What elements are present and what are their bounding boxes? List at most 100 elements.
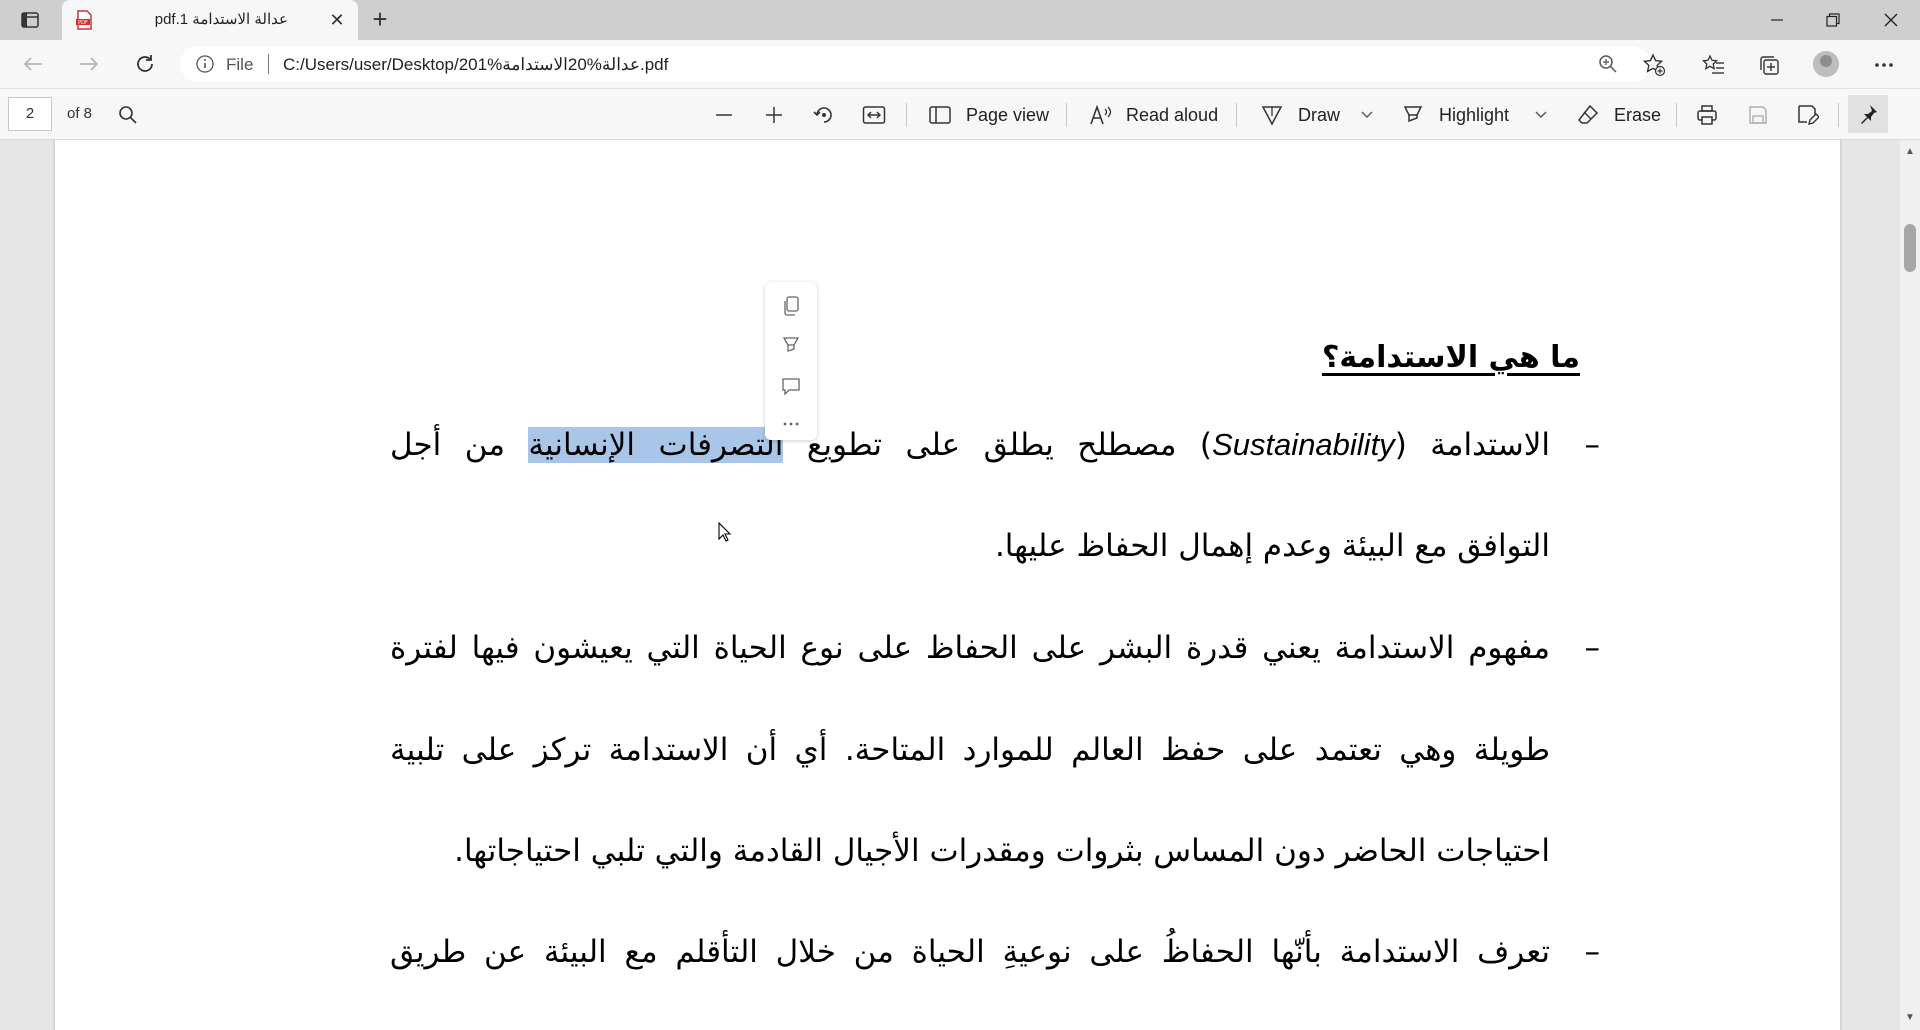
refresh-icon: [137, 55, 153, 72]
tab-close-icon[interactable]: ✕: [328, 11, 346, 29]
tab-strip: PDF pdf.1 عدالة الاستدامة ✕ +: [0, 0, 1920, 40]
scrollbar-thumb[interactable]: [1904, 224, 1916, 272]
read-aloud-button[interactable]: Read aloud: [1126, 105, 1218, 126]
minus-icon: [716, 114, 732, 116]
highlighter-icon: [782, 337, 800, 352]
pdf-toolbar: 2 of 8 Page view Read aloud Draw Highlig…: [0, 88, 1920, 140]
rotate-button[interactable]: [811, 102, 837, 128]
text-run: مفهوم الاستدامة يعني قدرة البشر على الحف…: [390, 630, 1550, 666]
bullet-dash: –: [1584, 427, 1601, 463]
minimize-icon: [1771, 19, 1783, 21]
erase-button[interactable]: Erase: [1614, 105, 1661, 126]
address-bar[interactable]: File C:/Users/user/Desktop/201%عدالة%20ا…: [180, 46, 1650, 82]
draw-icon-wrap[interactable]: [1259, 102, 1285, 128]
chevron-down-icon: [1361, 111, 1373, 118]
more-options-button[interactable]: [779, 412, 803, 436]
minimize-button[interactable]: [1754, 4, 1800, 36]
mouse-cursor-icon: [718, 522, 732, 542]
copy-button[interactable]: [779, 294, 803, 318]
comment-icon: [782, 378, 800, 395]
favorites-list-icon: [1702, 54, 1724, 74]
text-run: ) مصطلح يطلق على تطويع: [783, 427, 1213, 463]
restore-icon: [1826, 13, 1840, 27]
print-icon: [1697, 105, 1717, 125]
scroll-down-icon[interactable]: ▼: [1904, 1012, 1916, 1024]
highlight-options-button[interactable]: [1528, 102, 1554, 128]
page-heading: ما هي الاستدامة؟: [1321, 340, 1580, 375]
read-aloud-icon-wrap[interactable]: [1088, 102, 1114, 128]
zoom-icon[interactable]: [1598, 54, 1618, 74]
highlighter-icon: [1403, 106, 1423, 123]
save-as-icon: [1798, 105, 1819, 125]
active-tab[interactable]: PDF pdf.1 عدالة الاستدامة ✕: [62, 0, 358, 40]
bullet-dash: –: [1584, 630, 1601, 666]
info-icon[interactable]: [196, 55, 214, 73]
draw-pen-icon: [1261, 106, 1283, 126]
url-text[interactable]: C:/Users/user/Desktop/201%عدالة%20الاستد…: [283, 55, 668, 75]
print-button[interactable]: [1694, 102, 1720, 128]
highlight-icon-wrap[interactable]: [1400, 102, 1426, 128]
text-run: تعرف الاستدامة بأنّها الحفاظُ على نوعيةِ…: [390, 934, 1550, 970]
address-separator: [268, 54, 269, 74]
chevron-down-icon: [1535, 111, 1547, 118]
page-number-input[interactable]: 2: [8, 97, 52, 131]
plus-icon: [766, 107, 782, 123]
paragraph-1-line-1: – الاستدامة (Sustainability) مصطلح يطلق …: [390, 427, 1600, 463]
fit-width-icon: [862, 106, 886, 124]
mini-highlight-button[interactable]: [779, 334, 803, 358]
more-dots-icon: [783, 422, 799, 426]
back-arrow-icon: [23, 57, 42, 71]
find-button[interactable]: [115, 102, 141, 128]
latin-term: Sustainability: [1212, 427, 1395, 462]
forward-button[interactable]: [74, 49, 104, 79]
favorites-button[interactable]: [1701, 52, 1727, 78]
pin-icon: [1861, 105, 1877, 124]
paragraph-3-line-1: – تعرف الاستدامة بأنّها الحفاظُ على نوعي…: [390, 934, 1600, 970]
selected-text[interactable]: التصرفات الإنسانية: [528, 427, 784, 463]
copy-icon: [784, 296, 799, 316]
pdf-viewer[interactable]: ما هي الاستدامة؟ – الاستدامة (Sustainabi…: [0, 140, 1900, 1030]
paragraph-2-line-3: احتياجات الحاضر دون المساس بثروات ومقدرا…: [454, 833, 1550, 869]
page-view-icon-wrap[interactable]: [927, 102, 953, 128]
zoom-in-button[interactable]: [761, 102, 787, 128]
tab-actions-button[interactable]: [16, 8, 44, 32]
eraser-icon: [1577, 104, 1599, 124]
add-comment-button[interactable]: [779, 374, 803, 398]
save-button[interactable]: [1745, 102, 1771, 128]
refresh-button[interactable]: [130, 49, 160, 79]
paragraph-1-line-2: التوافق مع البيئة وعدم إهمال الحفاظ عليه…: [994, 528, 1550, 564]
zoom-out-button[interactable]: [711, 102, 737, 128]
page-view-icon: [929, 106, 951, 124]
collections-icon: [1760, 56, 1779, 75]
draw-options-button[interactable]: [1354, 102, 1380, 128]
highlight-button[interactable]: Highlight: [1439, 105, 1509, 126]
toolbar-separator: [1066, 103, 1067, 127]
toolbar-separator: [1236, 103, 1237, 127]
text-run: من أجل: [390, 427, 529, 463]
scroll-up-icon[interactable]: ▲: [1904, 146, 1916, 158]
search-icon: [119, 106, 137, 124]
scheme-label: File: [226, 55, 254, 74]
selection-mini-menu: [765, 282, 817, 440]
star-add-icon: [1642, 53, 1666, 77]
save-icon: [1749, 106, 1767, 124]
bullet-dash: –: [1584, 934, 1601, 970]
profile-avatar[interactable]: [1813, 51, 1839, 77]
settings-more-button[interactable]: [1871, 52, 1897, 78]
pin-toolbar-button[interactable]: [1848, 95, 1888, 133]
add-favorite-button[interactable]: [1641, 52, 1667, 78]
toolbar-separator: [1838, 103, 1839, 127]
collections-button[interactable]: [1756, 52, 1782, 78]
erase-icon-wrap[interactable]: [1575, 102, 1601, 128]
back-button[interactable]: [18, 49, 48, 79]
save-as-button[interactable]: [1795, 102, 1821, 128]
vertical-scrollbar[interactable]: ▲ ▼: [1900, 140, 1920, 1030]
new-tab-button[interactable]: +: [366, 6, 394, 32]
page-view-button[interactable]: Page view: [966, 105, 1049, 126]
fit-width-button[interactable]: [861, 102, 887, 128]
tab-title: pdf.1 عدالة الاستدامة: [154, 11, 288, 28]
draw-button[interactable]: Draw: [1298, 105, 1340, 126]
restore-button[interactable]: [1810, 4, 1856, 36]
close-window-button[interactable]: [1868, 4, 1914, 36]
more-dots-icon: [1875, 63, 1893, 67]
